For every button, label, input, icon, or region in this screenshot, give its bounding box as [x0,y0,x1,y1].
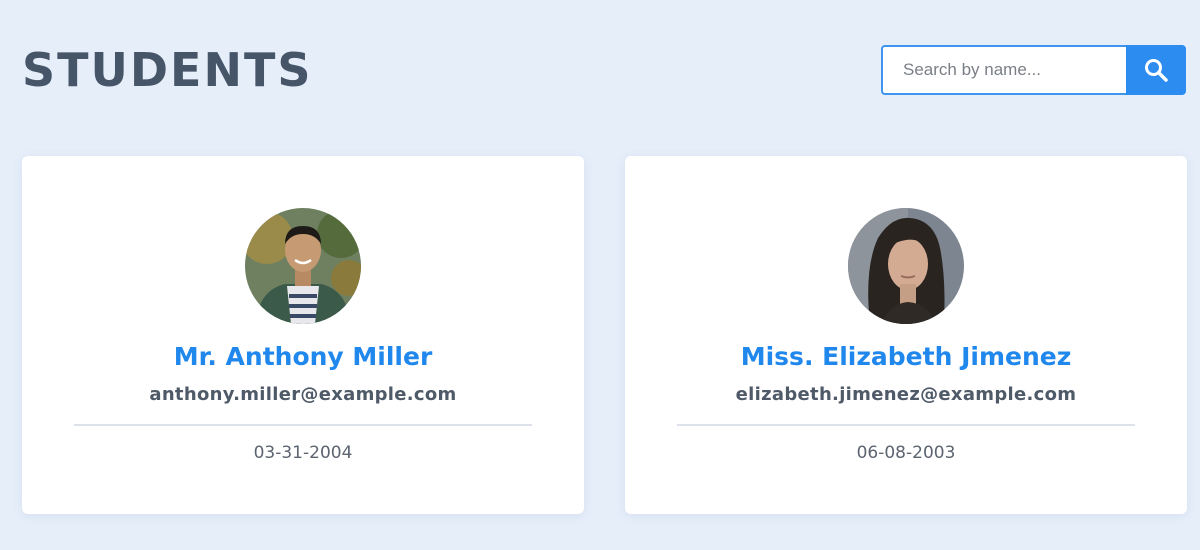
avatar [245,208,361,324]
student-card[interactable]: Miss. Elizabeth Jimenez elizabeth.jimene… [625,156,1187,514]
student-name[interactable]: Miss. Elizabeth Jimenez [625,342,1187,371]
divider [677,424,1135,426]
search-button[interactable] [1126,45,1186,95]
student-dob: 03-31-2004 [253,443,353,463]
student-card[interactable]: Mr. Anthony Miller anthony.miller@exampl… [22,156,584,514]
page-title: STUDENTS [22,43,313,97]
search-icon [1145,59,1168,82]
divider [74,424,532,426]
avatar [848,208,964,324]
student-name[interactable]: Mr. Anthony Miller [22,342,584,371]
search-input[interactable] [881,45,1126,95]
search-bar [881,45,1186,95]
student-email: anthony.miller@example.com [149,384,457,405]
student-email: elizabeth.jimenez@example.com [735,384,1077,405]
student-dob: 06-08-2003 [856,443,956,463]
